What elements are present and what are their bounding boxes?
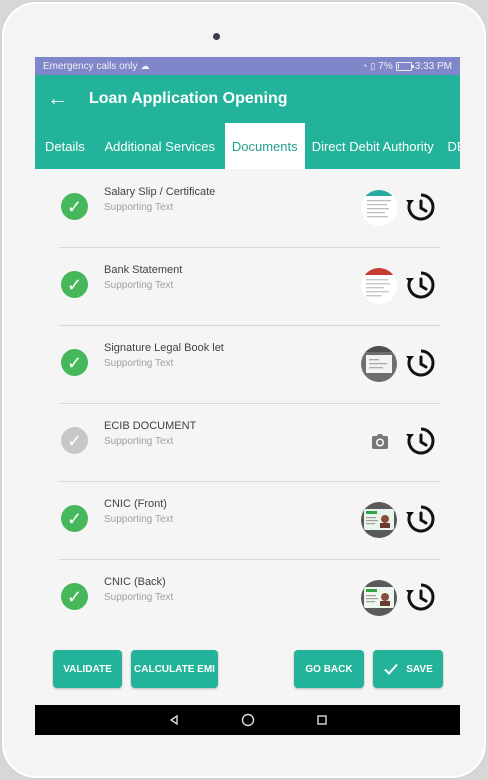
document-supporting-text: Supporting Text (104, 436, 174, 447)
camera-icon[interactable] (365, 427, 395, 457)
document-supporting-text: Supporting Text (104, 514, 174, 525)
history-icon[interactable] (401, 344, 439, 382)
check-circle-icon: ✓ (61, 505, 88, 532)
document-row-cnic-back[interactable]: ✓ CNIC (Back) Supporting Text (59, 559, 440, 637)
check-circle-icon: ✓ (61, 271, 88, 298)
id-card-thumbnail-icon[interactable] (361, 580, 397, 616)
document-title: Bank Statement (104, 264, 183, 276)
action-buttons: VALIDATE CALCULATE EMI GO BACK SAVE (53, 650, 443, 690)
tablet-device-frame: Emergency calls only ☁ ◔ ▯ 7% 3:33 PM ← … (2, 2, 486, 778)
history-icon[interactable] (401, 500, 439, 538)
nav-home-icon[interactable] (211, 705, 285, 735)
app-bar: ← Loan Application Opening (35, 75, 460, 123)
tab-bar: Details Additional Services Documents Di… (35, 123, 460, 169)
sim-icon: ▯ (370, 60, 376, 71)
go-back-button[interactable]: GO BACK (294, 650, 364, 688)
document-supporting-text: Supporting Text (104, 202, 174, 213)
check-circle-icon: ✓ (61, 349, 88, 376)
documents-list: ✓ Salary Slip / Certificate Supporting T… (35, 169, 460, 644)
status-bar: Emergency calls only ☁ ◔ ▯ 7% 3:33 PM (35, 57, 460, 75)
page-title: Loan Application Opening (89, 90, 288, 107)
document-supporting-text: Supporting Text (104, 358, 174, 369)
front-camera (213, 33, 220, 40)
check-circle-icon: ✓ (61, 583, 88, 610)
check-circle-icon: ✓ (61, 427, 88, 454)
document-supporting-text: Supporting Text (104, 280, 174, 291)
document-row-bank-statement[interactable]: ✓ Bank Statement Supporting Text (59, 247, 440, 326)
tab-details[interactable]: Details (35, 123, 95, 169)
document-supporting-text: Supporting Text (104, 592, 174, 603)
document-row-cnic-front[interactable]: ✓ CNIC (Front) Supporting Text (59, 481, 440, 560)
document-title: Signature Legal Book let (104, 342, 224, 354)
document-title: CNIC (Back) (104, 576, 166, 588)
nav-recent-apps-icon[interactable] (285, 705, 359, 735)
time-text: 3:33 PM (414, 60, 452, 72)
tab-dbr[interactable]: DBR (441, 123, 460, 169)
calculate-emi-button[interactable]: CALCULATE EMI (131, 650, 218, 688)
document-thumbnail-icon[interactable] (361, 346, 397, 382)
history-icon[interactable] (401, 266, 439, 304)
history-icon[interactable] (401, 422, 439, 460)
document-title: ECIB DOCUMENT (104, 420, 197, 432)
validate-button[interactable]: VALIDATE (53, 650, 122, 688)
document-row-signature-legal-book-let[interactable]: ✓ Signature Legal Book let Supporting Te… (59, 325, 440, 404)
nav-back-icon[interactable] (137, 705, 211, 735)
check-icon (384, 663, 398, 675)
status-bar-left: Emergency calls only ☁ (43, 61, 149, 72)
history-icon[interactable] (401, 578, 439, 616)
document-row-ecib-document[interactable]: ✓ ECIB DOCUMENT Supporting Text (59, 403, 440, 482)
android-navigation-bar (35, 705, 460, 735)
document-title: Salary Slip / Certificate (104, 186, 216, 198)
history-icon[interactable] (401, 188, 439, 226)
arrow-left-icon[interactable]: ← (47, 87, 77, 111)
tab-documents[interactable]: Documents (224, 123, 305, 169)
document-title: CNIC (Front) (104, 498, 167, 510)
status-bar-right: ◔ ▯ 7% 3:33 PM (362, 61, 452, 72)
emergency-calls-text: Emergency calls only (43, 60, 138, 72)
tab-direct-debit-authority[interactable]: Direct Debit Authority (305, 123, 441, 169)
save-button[interactable]: SAVE (373, 650, 443, 688)
id-card-thumbnail-icon[interactable] (361, 502, 397, 538)
tab-additional-services[interactable]: Additional Services (95, 123, 225, 169)
cloud-sync-icon: ☁ (140, 60, 150, 71)
check-circle-icon: ✓ (61, 193, 88, 220)
document-row-salary-slip[interactable]: ✓ Salary Slip / Certificate Supporting T… (59, 169, 440, 248)
device-screen: Emergency calls only ☁ ◔ ▯ 7% 3:33 PM ← … (35, 57, 460, 735)
battery-level-fill (397, 63, 399, 69)
battery-percent-text: 7% (378, 60, 393, 72)
document-thumbnail-icon[interactable] (361, 268, 397, 304)
document-thumbnail-icon[interactable] (361, 190, 397, 226)
save-button-label: SAVE (406, 663, 433, 675)
wifi-icon: ◔ (361, 60, 368, 71)
battery-icon (395, 61, 414, 71)
